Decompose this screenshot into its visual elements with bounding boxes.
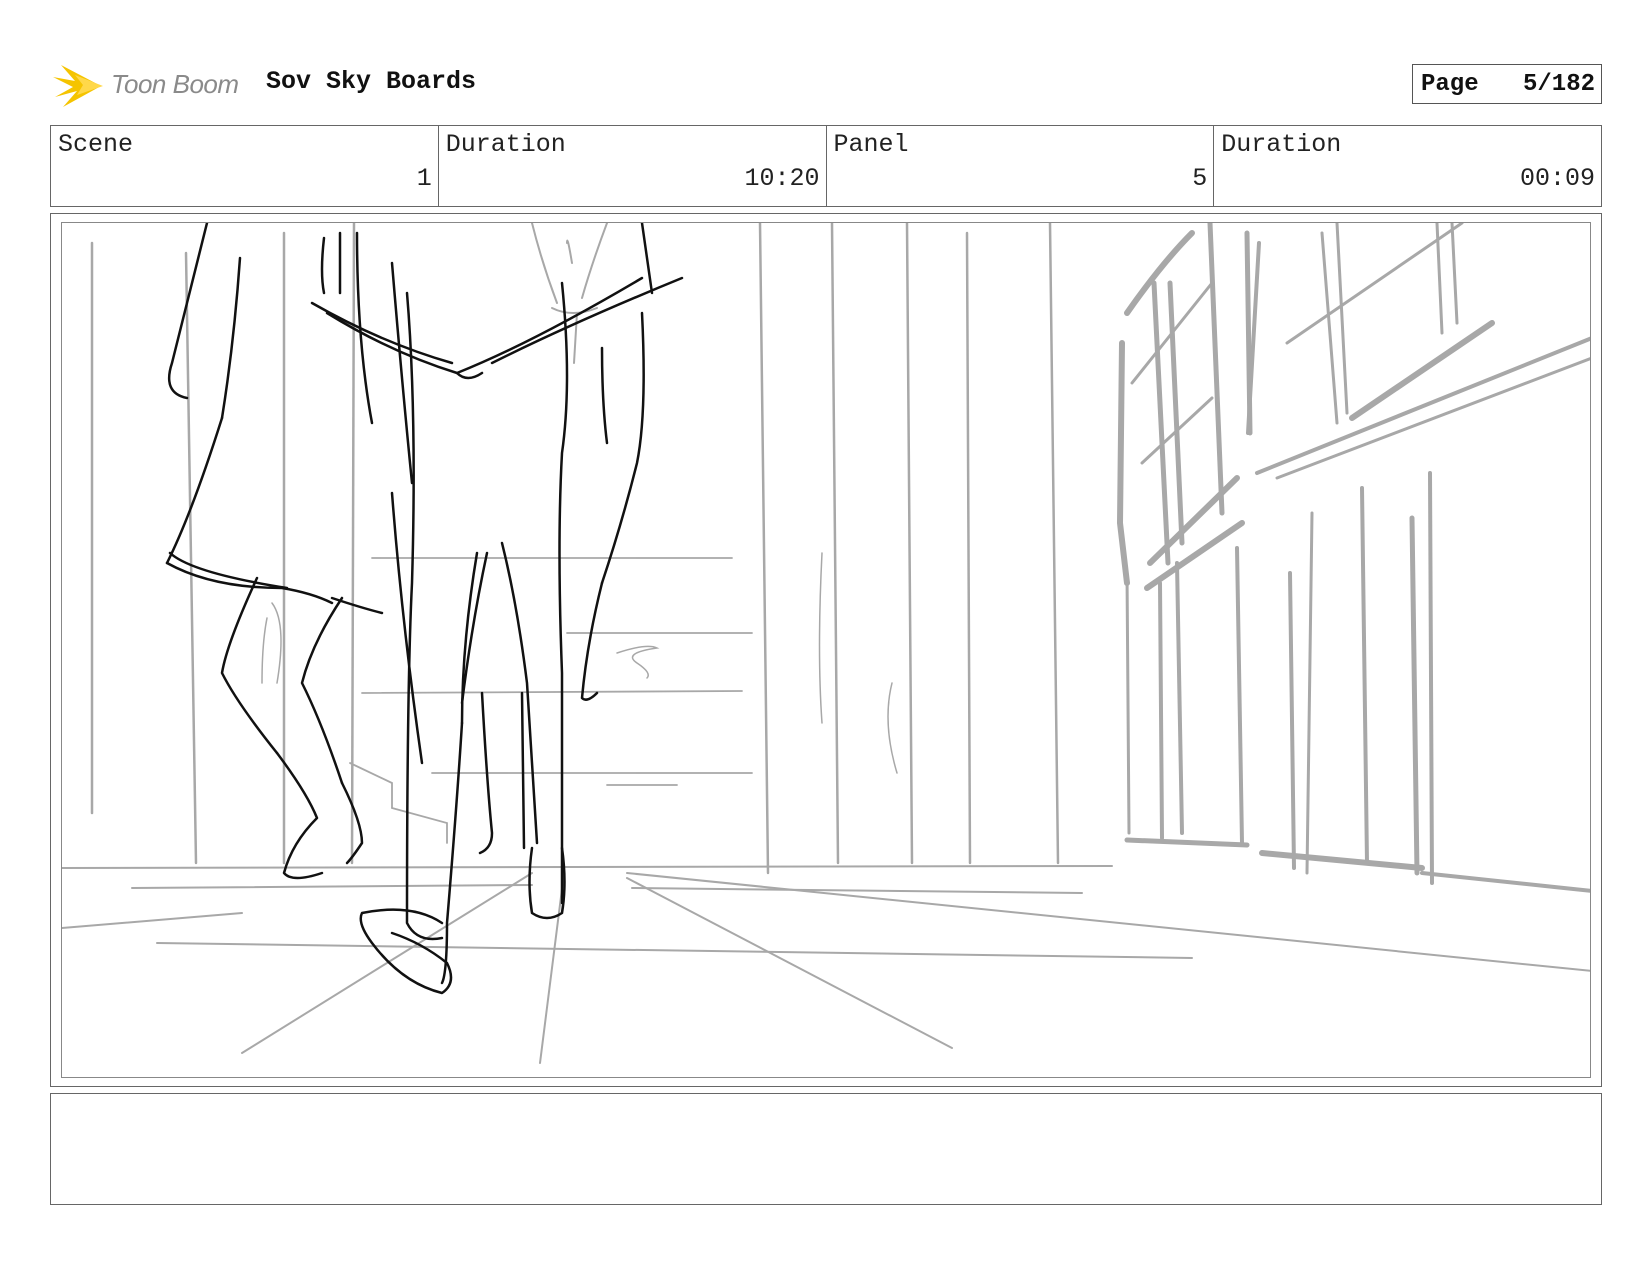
project-title: Sov Sky Boards — [266, 67, 477, 96]
scene-duration-label: Duration — [445, 130, 566, 159]
panel-drawing-area — [61, 222, 1591, 1078]
scene-duration-cell: Duration 10:20 — [439, 126, 827, 206]
panel-label: Panel — [833, 130, 909, 159]
background-sketch — [62, 223, 1590, 1064]
toon-boom-logo: Toon Boom — [53, 55, 253, 115]
panel-notes — [50, 1093, 1602, 1205]
page-counter: Page 5/182 — [1412, 64, 1602, 104]
scene-cell: Scene 1 — [51, 126, 439, 206]
storyboard-sketch — [62, 223, 1590, 1064]
page-value: 5/182 — [1522, 71, 1595, 98]
character-sketch — [165, 223, 684, 995]
panel-duration-label: Duration — [1221, 130, 1342, 159]
panel-duration-cell: Duration 00:09 — [1214, 126, 1601, 206]
panel-info-row: Scene 1 Duration 10:20 Panel 5 Duration … — [50, 125, 1602, 207]
scene-value: 1 — [416, 164, 432, 193]
scene-duration-value: 10:20 — [744, 164, 820, 193]
scene-label: Scene — [58, 130, 134, 159]
logo-text: Toon Boom — [111, 69, 239, 99]
starburst-icon — [53, 65, 103, 107]
panel-value: 5 — [1192, 164, 1208, 193]
panel-duration-value: 00:09 — [1519, 164, 1595, 193]
page-label: Page — [1421, 71, 1479, 98]
storyboard-panel — [50, 213, 1602, 1087]
panel-cell: Panel 5 — [827, 126, 1215, 206]
page-header: Toon Boom Sov Sky Boards Page 5/182 — [50, 55, 1610, 115]
